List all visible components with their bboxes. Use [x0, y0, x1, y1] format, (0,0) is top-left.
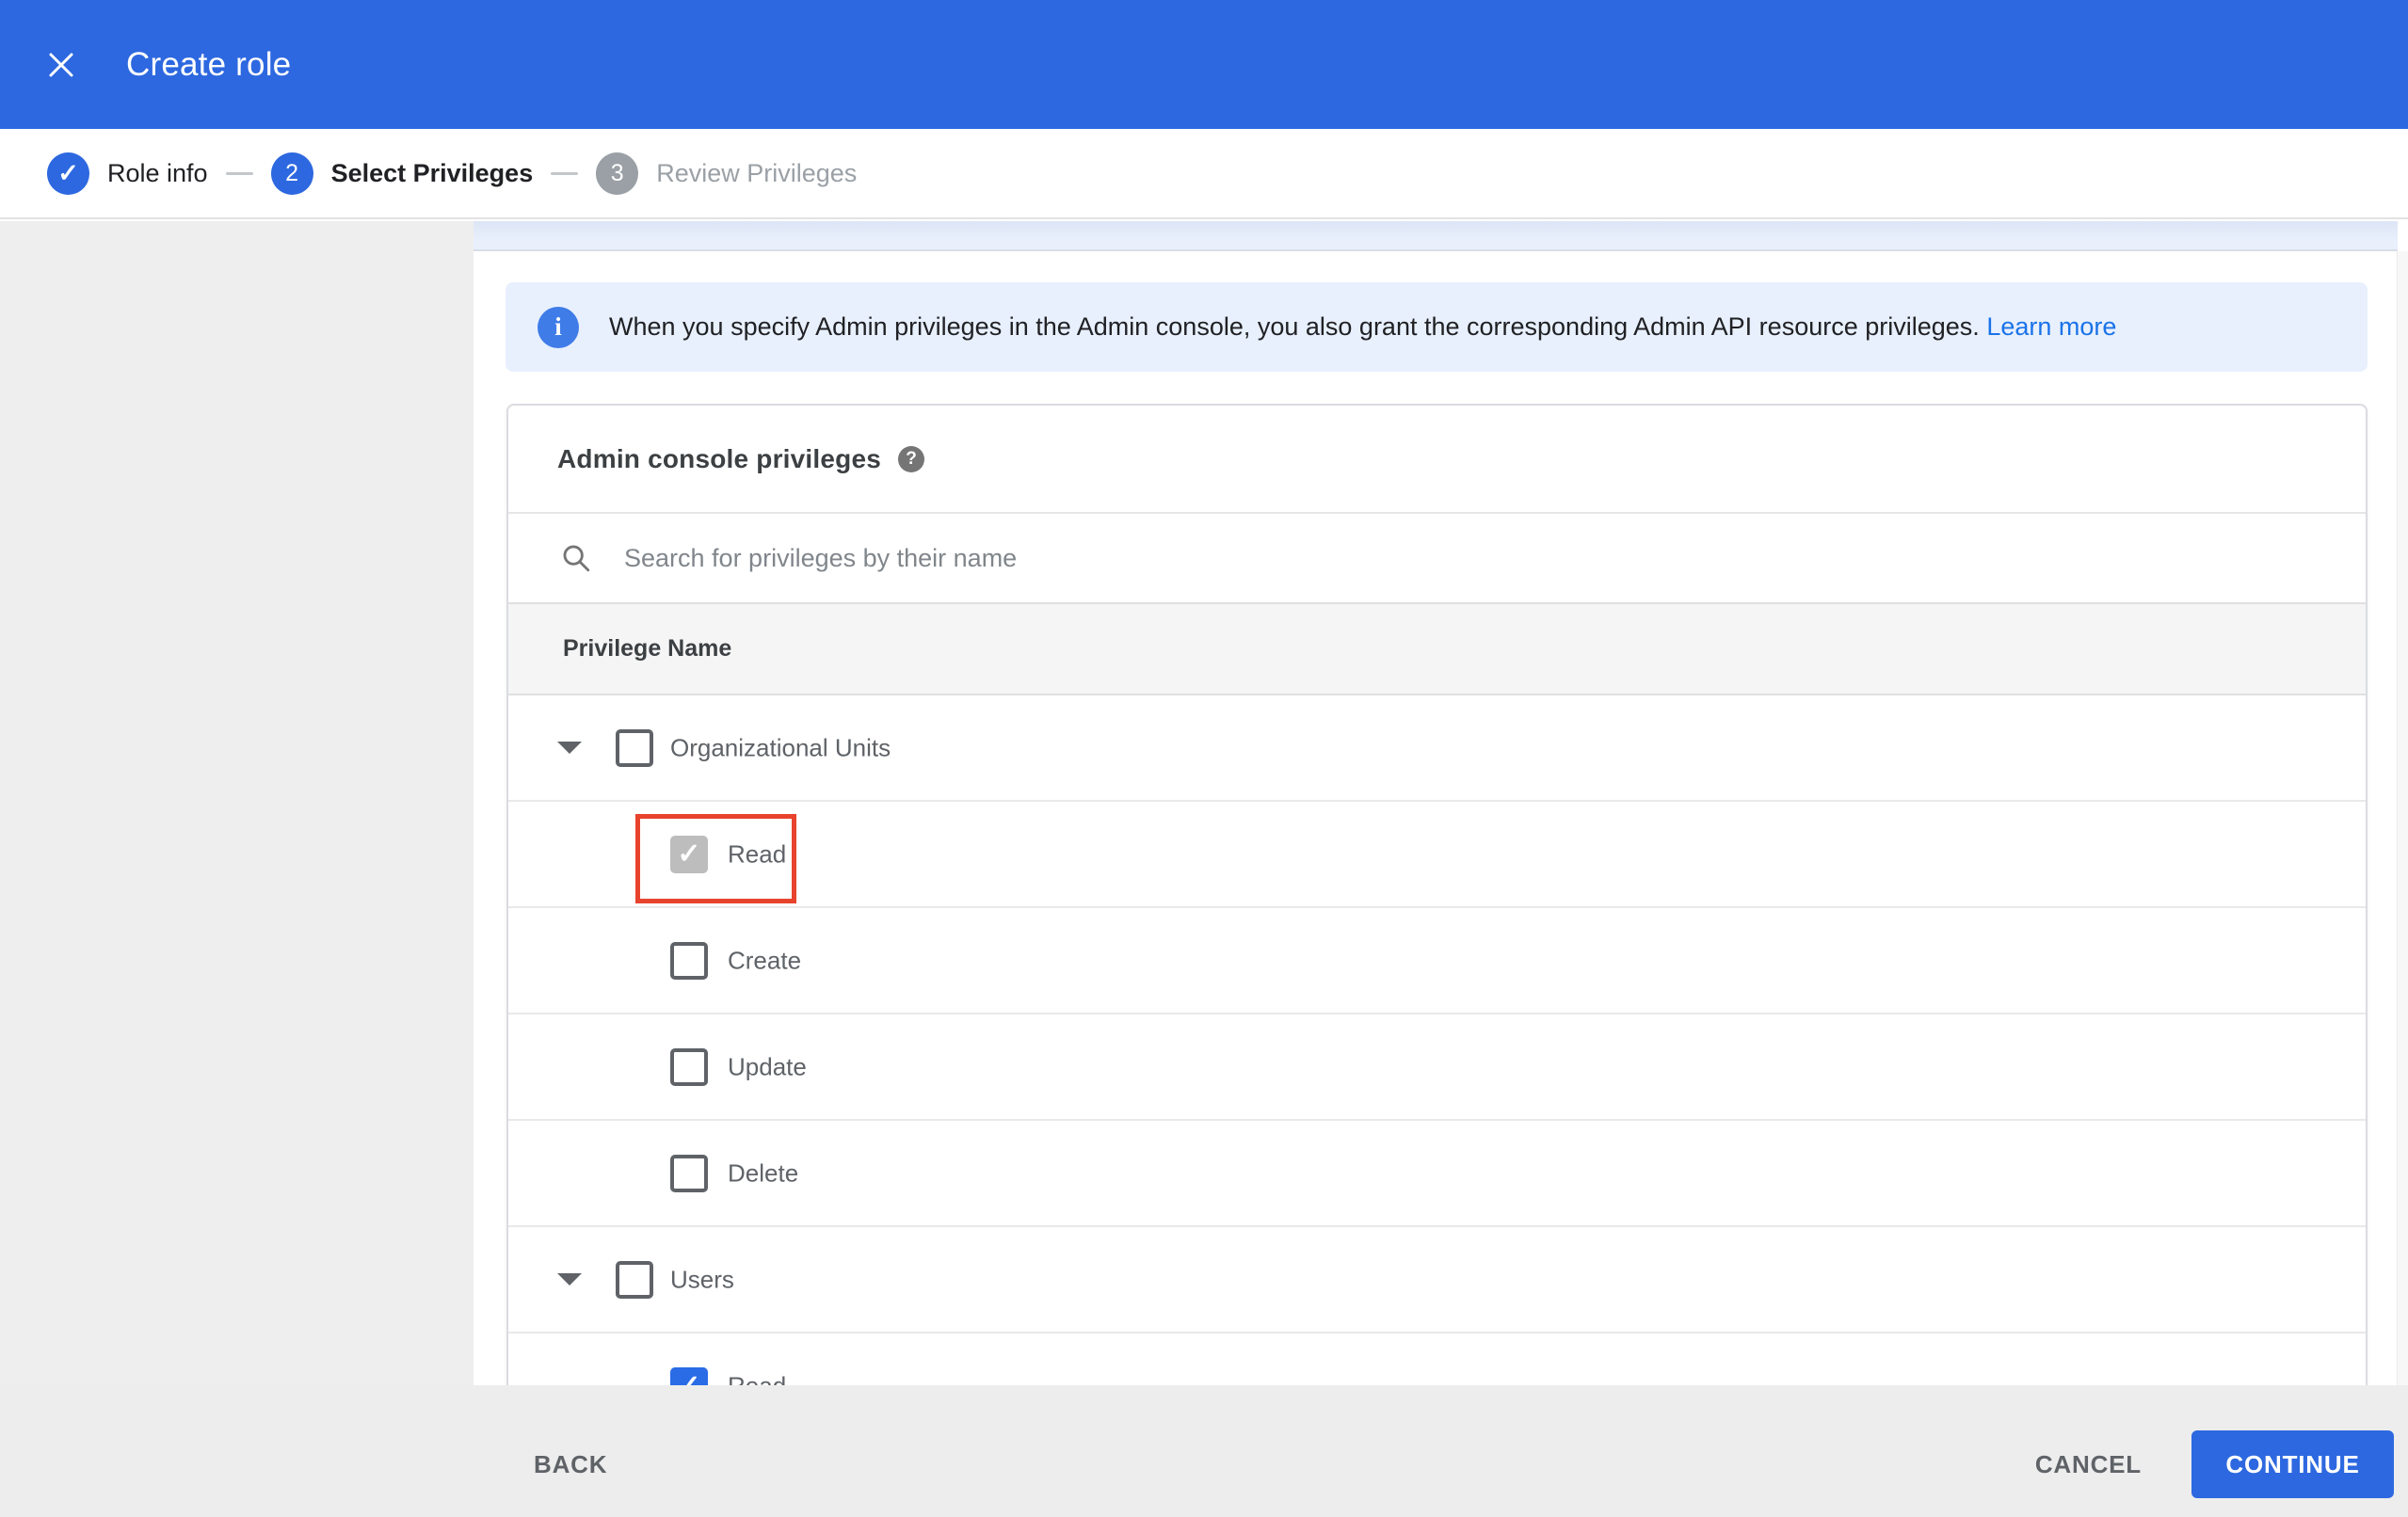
step-review-privileges[interactable]: 3 Review Privileges: [596, 152, 857, 195]
checkmark-icon: ✓: [677, 1372, 700, 1386]
checkmark-icon: ✓: [677, 838, 701, 870]
checkbox-delete-4[interactable]: [670, 1155, 708, 1192]
close-icon[interactable]: [45, 49, 77, 81]
card-title-row: Admin console privileges ?: [508, 406, 2366, 514]
privilege-label-read-1[interactable]: Read: [728, 839, 786, 869]
dialog-title: Create role: [126, 45, 292, 83]
learn-more-link[interactable]: Learn more: [1986, 312, 2116, 341]
privilege-label-read-6[interactable]: Read: [728, 1371, 786, 1385]
privilege-label-organizational-units-0[interactable]: Organizational Units: [670, 733, 891, 762]
scrolled-content-edge: [474, 221, 2398, 251]
card-title: Admin console privileges: [557, 443, 881, 473]
step-connector: [225, 171, 253, 175]
vertical-scrollbar[interactable]: [2397, 251, 2408, 1385]
checkbox-read-1[interactable]: ✓: [670, 836, 708, 873]
step-label-select-privileges: Select Privileges: [330, 158, 534, 187]
footer-bar: BACK CANCEL CONTINUE: [0, 1385, 2408, 1517]
privilege-row-delete-4: Delete: [508, 1121, 2366, 1227]
search-input[interactable]: [622, 542, 2038, 574]
step-role-info[interactable]: ✓ Role info: [47, 152, 208, 195]
privilege-name-column-header: Privilege Name: [508, 604, 2366, 695]
privilege-label-users-5[interactable]: Users: [670, 1265, 734, 1294]
checkbox-update-3[interactable]: [670, 1048, 708, 1086]
privilege-label-delete-4[interactable]: Delete: [728, 1158, 798, 1188]
checkbox-create-2[interactable]: [670, 942, 708, 980]
step-connector: [551, 171, 579, 175]
check-icon: ✓: [57, 158, 79, 187]
privilege-label-create-2[interactable]: Create: [728, 946, 801, 975]
back-button[interactable]: BACK: [534, 1430, 607, 1498]
privilege-row-read-1: ✓ Read: [508, 802, 2366, 908]
privilege-row-read-6: ✓ Read: [508, 1333, 2366, 1385]
checkbox-users-5[interactable]: [616, 1261, 653, 1299]
expand-arrow-icon[interactable]: [557, 742, 582, 754]
info-icon: i: [538, 306, 579, 348]
privilege-label-update-3[interactable]: Update: [728, 1052, 807, 1081]
step-select-privileges[interactable]: 2 Select Privileges: [270, 152, 534, 195]
step-done-circle: ✓: [47, 152, 89, 195]
dialog-header: Create role: [0, 0, 2408, 129]
cancel-button[interactable]: CANCEL: [2035, 1430, 2142, 1498]
create-role-dialog: Create role ✓ Role info 2 Select Privile…: [0, 0, 2408, 1517]
checkbox-read-6[interactable]: ✓: [670, 1367, 708, 1385]
stepper: ✓ Role info 2 Select Privileges 3 Review…: [0, 129, 2408, 219]
search-row: [508, 514, 2366, 604]
step-active-circle: 2: [270, 152, 313, 195]
continue-button[interactable]: CONTINUE: [2191, 1430, 2394, 1498]
info-banner-text: When you specify Admin privileges in the…: [609, 312, 2116, 342]
help-icon[interactable]: ?: [898, 445, 924, 472]
content-area: i When you specify Admin privileges in t…: [474, 221, 2408, 1385]
info-banner-message: When you specify Admin privileges in the…: [609, 312, 1980, 341]
info-banner: i When you specify Admin privileges in t…: [506, 282, 2368, 372]
privilege-rows: Organizational Units ✓ Read Create Update Del…: [508, 695, 2366, 1385]
checkbox-organizational-units-0[interactable]: [616, 729, 653, 767]
close-x-glyph: [49, 53, 73, 76]
privilege-row-organizational-units-0: Organizational Units: [508, 695, 2366, 802]
expand-arrow-icon[interactable]: [557, 1273, 582, 1285]
step-label-role-info: Role info: [107, 158, 208, 187]
privilege-row-users-5: Users: [508, 1227, 2366, 1333]
search-icon: [563, 545, 590, 572]
left-spacer-panel: [0, 221, 474, 1385]
privilege-row-create-2: Create: [508, 908, 2366, 1014]
admin-privileges-card: Admin console privileges ? Privilege Nam…: [506, 404, 2368, 1385]
step-label-review-privileges: Review Privileges: [656, 158, 858, 187]
privilege-row-update-3: Update: [508, 1014, 2366, 1121]
step-upcoming-circle: 3: [596, 152, 639, 195]
